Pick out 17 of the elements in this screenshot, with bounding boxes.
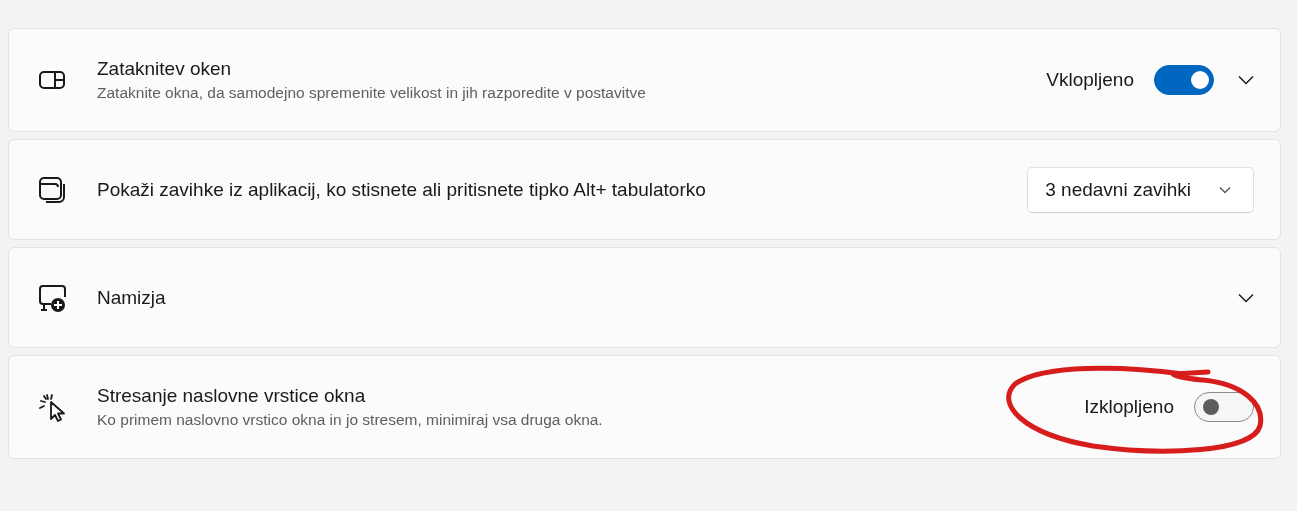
toggle-state-label: Vklopljeno: [1046, 69, 1134, 91]
expand-chevron-icon[interactable]: [1238, 75, 1254, 85]
toggle-switch[interactable]: [1194, 392, 1254, 422]
toggle-state-label: Izklopljeno: [1084, 396, 1174, 418]
desktop-add-icon: [37, 282, 67, 313]
expand-chevron-icon[interactable]: [1238, 292, 1254, 303]
setting-title: Stresanje naslovne vrstice okna: [97, 385, 367, 407]
setting-title: Pokaži zavihke iz aplikacij, ko stisnete ali pritisnete tipko Alt+ tabulatorko: [97, 178, 707, 201]
toggle-switch[interactable]: [1154, 65, 1214, 95]
setting-title: Zataknitev oken: [97, 58, 233, 80]
setting-title: Namizja: [97, 286, 167, 309]
setting-description: Ko primem naslovno vrstico okna in jo stresem, minimiraj vsa druga okna.: [97, 411, 604, 429]
setting-description: Zataknite okna, da samodejno spremenite velikost in jih razporedite v postavitve: [97, 84, 647, 102]
stacked-windows-icon: [37, 174, 67, 205]
chevron-down-icon: [1219, 185, 1231, 194]
dropdown[interactable]: 3 nedavni zavihki: [1027, 166, 1254, 213]
cursor-shake-icon: [37, 392, 67, 422]
